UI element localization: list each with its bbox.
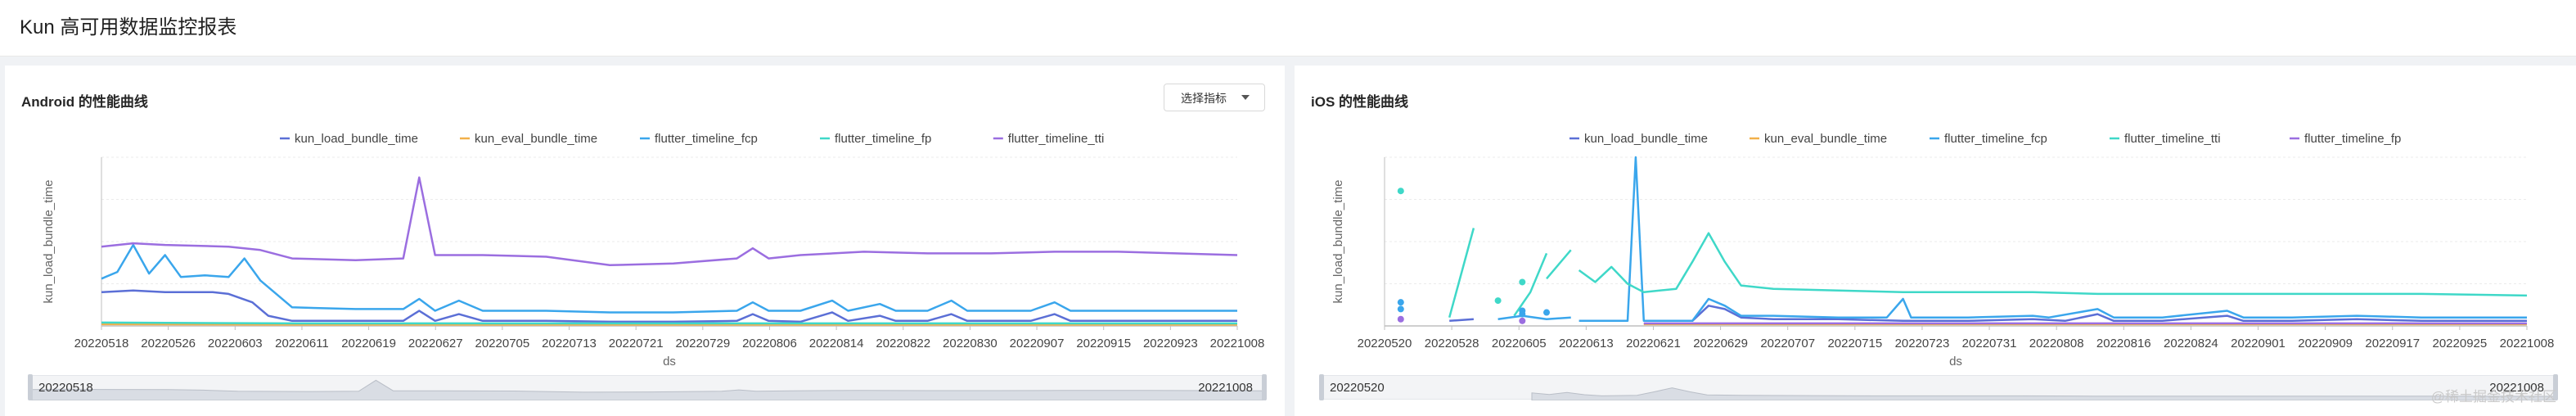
x-tick-label: 20220814 [809,337,864,350]
x-tick-label: 20220909 [2298,337,2353,350]
x-tick-label: 20220705 [475,337,530,350]
x-tick-label: 20220915 [1076,337,1131,350]
slider-end-handle[interactable] [1262,374,1267,400]
data-point[interactable] [1397,315,1404,323]
x-axis-label: ds [1949,355,1962,369]
data-point[interactable] [1519,310,1526,318]
legend-item[interactable]: kun_eval_bundle_time [1750,132,1887,146]
x-tick-label: 20220830 [943,337,998,350]
legend-item[interactable]: kun_eval_bundle_time [460,132,597,146]
series-segment [1449,318,1474,323]
ios-range-slider[interactable]: 20220520 20221008 [1319,374,2558,400]
data-point[interactable] [1397,188,1404,195]
x-tick-label: 20220621 [1626,337,1681,350]
x-tick-label: 20220518 [74,337,129,350]
x-tick-label: 20220603 [208,337,263,350]
legend-item[interactable]: flutter_timeline_fcp [640,132,758,146]
x-tick-label: 20220611 [275,337,329,350]
legend-label: flutter_timeline_tti [2124,132,2221,146]
x-tick-label: 20220713 [542,337,597,350]
slider-start-label: 20220520 [1330,381,1385,395]
data-point[interactable] [1397,299,1404,306]
data-point[interactable] [1519,278,1526,286]
x-tick-label: 20220923 [1143,337,1198,350]
series-line[interactable] [101,243,1237,314]
y-axis-label: kun_load_bundle_time [42,180,56,304]
legend-label: kun_load_bundle_time [295,132,418,146]
slider-end-label: 20221008 [1198,381,1253,395]
legend-item[interactable]: kun_load_bundle_time [1569,132,1708,146]
legend-label: flutter_timeline_fp [835,132,931,146]
x-tick-label: 20220629 [1693,337,1748,350]
data-point[interactable] [1397,305,1404,313]
x-tick-label: 20221008 [1210,337,1265,350]
legend-item[interactable]: flutter_timeline_tti [2110,132,2221,146]
legend-item[interactable]: flutter_timeline_fcp [1930,132,2047,146]
x-tick-label: 20220613 [1559,337,1614,350]
x-tick-label: 20220824 [2164,337,2218,350]
x-tick-label: 20220925 [2433,337,2488,350]
x-tick-label: 20220605 [1492,337,1547,350]
legend-label: flutter_timeline_fp [2304,132,2401,146]
header-bar: Kun 高可用数据监控报表 [0,0,2576,57]
legend-item[interactable]: flutter_timeline_fp [2290,132,2401,146]
series-line[interactable] [1578,156,2527,323]
ios-panel: iOS 的性能曲线 20220520 20220528 20220605 202206… [1295,66,2576,416]
slider-preview-area [30,379,1266,400]
x-tick-label: 20220627 [408,337,463,350]
slider-start-label: 20220518 [38,381,93,395]
x-tick-label: 20220721 [609,337,664,350]
watermark-text: @稀土掘金技术社区 [2430,389,2556,405]
x-tick-label: 20220901 [2231,337,2286,350]
x-tick-label: 20220528 [1425,337,1479,350]
x-tick-label: 20220808 [2029,337,2084,350]
y-axis-label: kun_load_bundle_time [1331,180,1345,304]
legend-label: flutter_timeline_tti [1008,132,1105,146]
x-tick-label: 20220715 [1827,337,1882,350]
series-segment [1546,249,1572,280]
series-line[interactable] [101,289,1237,323]
x-tick-label: 20220723 [1895,337,1950,350]
x-tick-label: 20220731 [1962,337,2017,350]
x-tick-label: 20220707 [1760,337,1815,350]
legend-label: flutter_timeline_fcp [655,132,758,146]
ios-line-chart: 20220520 20220528 20220605 20220613 20220621… [1331,132,2555,369]
x-tick-label: 20220619 [341,337,396,350]
slider-start-handle[interactable] [28,374,33,400]
slider-preview-area [1531,387,2557,400]
series-line[interactable] [101,176,1238,267]
x-tick-label: 20220729 [675,337,730,350]
legend-label: kun_eval_bundle_time [475,132,597,146]
legend-label: kun_eval_bundle_time [1764,132,1887,146]
legend-item[interactable]: flutter_timeline_fp [820,132,931,146]
x-tick-label: 20220526 [141,337,196,350]
legend-label: flutter_timeline_fcp [1944,132,2047,146]
x-tick-label: 20220917 [2365,337,2420,350]
series-line[interactable] [1643,305,2527,323]
x-tick-label: 20220822 [876,337,930,350]
slider-preview [1531,387,2557,400]
legend-label: kun_load_bundle_time [1584,132,1708,146]
page-title: Kun 高可用数据监控报表 [20,16,237,38]
series-segment [1513,252,1548,317]
data-point[interactable] [1494,297,1502,305]
series-segment [1448,228,1475,319]
x-tick-label: 20220520 [1358,337,1412,350]
data-point[interactable] [1519,317,1526,324]
legend-item[interactable]: flutter_timeline_tti [993,132,1105,146]
x-tick-label: 20220816 [2096,337,2151,350]
android-panel: Android 的性能曲线 选择指标 20220518 20220526 20220… [5,66,1285,416]
x-tick-label: 20221008 [2500,337,2555,350]
series-line[interactable] [1578,232,2528,297]
slider-start-handle[interactable] [1319,374,1324,400]
series-segment [1497,314,1571,321]
x-tick-label: 20220907 [1010,337,1065,350]
android-range-slider[interactable]: 20220518 20221008 [28,374,1267,400]
legend-item[interactable]: kun_load_bundle_time [280,132,418,146]
x-tick-label: 20220806 [742,337,797,350]
android-line-chart: 20220518 20220526 20220603 20220611 20220619… [42,132,1265,369]
x-axis-label: ds [663,355,676,369]
data-point[interactable] [1543,309,1551,316]
slider-preview [30,379,1266,400]
